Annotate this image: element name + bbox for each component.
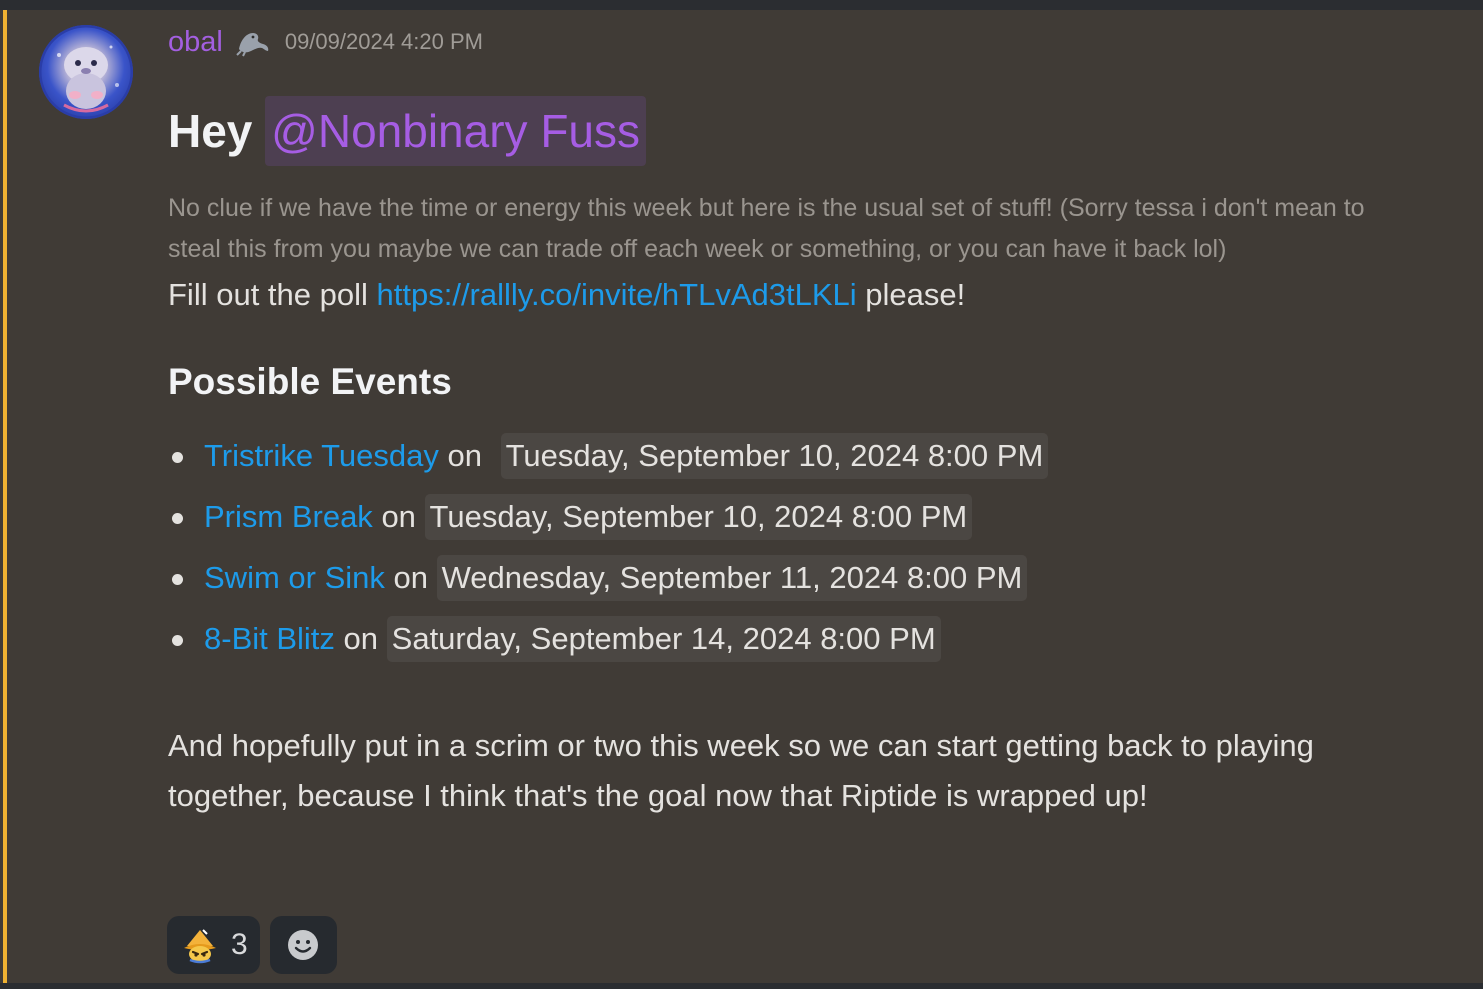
event-joiner: on (447, 438, 482, 473)
poll-link[interactable]: https://rallly.co/invite/hTLvAd3tLKLi (377, 277, 857, 312)
mention-highlight-bar (3, 10, 7, 983)
timestamp: 09/09/2024 4:20 PM (284, 29, 483, 54)
message-heading: Hey @Nonbinary Fuss (168, 94, 1458, 168)
custom-emoji-icon (184, 929, 216, 964)
event-timestamp[interactable]: Wednesday, September 11, 2024 8:00 PM (436, 555, 1028, 601)
heading-prefix: Hey (168, 105, 253, 157)
event-joiner: on (343, 621, 379, 656)
event-item: Swim or Sink on Wednesday, September 11,… (168, 555, 1458, 616)
poll-prefix: Fill out the poll (168, 277, 368, 312)
event-timestamp[interactable]: Saturday, September 14, 2024 8:00 PM (386, 616, 941, 662)
avatar-image-icon (39, 25, 133, 119)
reaction-button[interactable]: 3 (167, 916, 260, 974)
reactions-bar: 3 (167, 916, 337, 974)
event-link[interactable]: Tristrike Tuesday (204, 438, 439, 473)
poll-suffix: please! (865, 277, 966, 312)
bullet-icon (172, 513, 183, 524)
event-link[interactable]: Swim or Sink (204, 560, 385, 595)
event-joiner: on (381, 499, 416, 534)
event-joiner: on (393, 560, 428, 595)
poll-line: Fill out the poll https://rallly.co/invi… (168, 270, 1458, 320)
avatar[interactable] (39, 25, 133, 119)
event-item: Tristrike Tuesday on Tuesday, September … (168, 433, 1458, 494)
add-reaction-button[interactable] (269, 916, 337, 974)
reaction-count: 3 (231, 928, 248, 961)
event-link[interactable]: 8-Bit Blitz (204, 621, 335, 656)
event-link[interactable]: Prism Break (204, 499, 373, 534)
seal-icon[interactable] (235, 27, 271, 57)
event-list: Tristrike Tuesday on Tuesday, September … (168, 433, 1458, 677)
event-item: 8-Bit Blitz on Saturday, September 14, 2… (168, 616, 1458, 677)
add-reaction-icon (288, 930, 319, 960)
message-container: obal 09/09/2024 4:20 PM Hey @Nonbinary F… (0, 10, 1483, 983)
subtext: No clue if we have the time or energy th… (168, 194, 1365, 263)
event-timestamp[interactable]: Tuesday, September 10, 2024 8:00 PM (500, 433, 1049, 479)
closing-text: And hopefully put in a scrim or two this… (168, 728, 1314, 813)
bullet-icon (172, 635, 183, 646)
message-header: obal 09/09/2024 4:20 PM (168, 20, 483, 64)
section-heading: Possible Events (168, 361, 452, 402)
bullet-icon (172, 452, 183, 463)
event-item: Prism Break on Tuesday, September 10, 20… (168, 494, 1458, 555)
user-mention[interactable]: @Nonbinary Fuss (265, 96, 647, 166)
bullet-icon (172, 574, 183, 585)
event-timestamp[interactable]: Tuesday, September 10, 2024 8:00 PM (424, 494, 973, 540)
message-content: Hey @Nonbinary Fuss No clue if we have t… (168, 94, 1458, 821)
username[interactable]: obal (168, 26, 223, 59)
